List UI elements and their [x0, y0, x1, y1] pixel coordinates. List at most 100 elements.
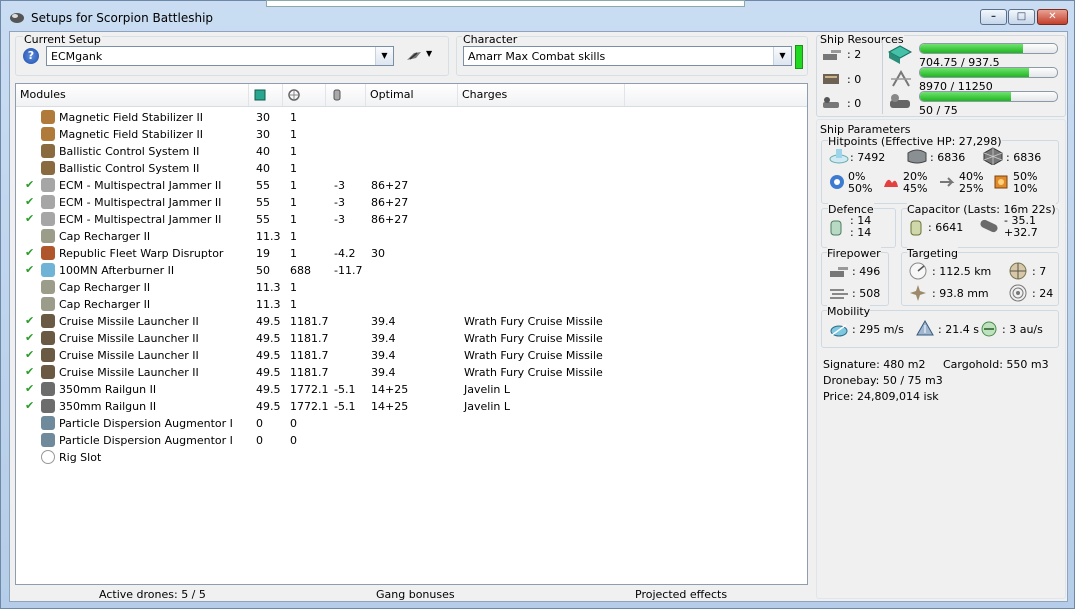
column-header-capacitor[interactable] [326, 84, 366, 106]
module-active-check-icon[interactable]: ✔ [25, 331, 34, 344]
character-select[interactable]: Amarr Max Combat skills ▼ [463, 46, 792, 66]
table-row[interactable]: Ballistic Control System II 40 1 [16, 160, 807, 177]
table-row[interactable]: ✔ 350mm Railgun II 49.5 1772.1 -5.1 14+25 Jave… [16, 398, 807, 415]
table-row[interactable]: Cap Recharger II 11.3 1 [16, 296, 807, 313]
table-row[interactable]: ✔ Cruise Missile Launcher II 49.5 1181.7 39.… [16, 364, 807, 381]
table-row[interactable]: ✔ ECM - Multispectral Jammer II 55 1 -3 86+27 [16, 194, 807, 211]
max-targets-icon [1009, 262, 1027, 280]
turret-hardpoint-icon [823, 50, 841, 60]
magnetic-stabilizer-icon [41, 110, 55, 124]
table-row[interactable]: ✔ Cruise Missile Launcher II 49.5 1181.7 39.… [16, 313, 807, 330]
table-row[interactable]: Particle Dispersion Augmentor I 0 0 [16, 415, 807, 432]
table-row[interactable]: ✔ 350mm Railgun II 49.5 1772.1 -5.1 14+25 Jave… [16, 381, 807, 398]
column-header-cpu[interactable] [249, 84, 283, 106]
module-cpu: 49.5 [256, 383, 281, 396]
module-active-check-icon[interactable]: ✔ [25, 195, 34, 208]
module-active-check-icon[interactable]: ✔ [25, 365, 34, 378]
module-optimal: 39.4 [371, 349, 396, 362]
cap-recharger-icon [41, 280, 55, 294]
module-cpu: 11.3 [256, 298, 281, 311]
table-row[interactable]: ✔ Republic Fleet Warp Disruptor 19 1 -4.2 30 [16, 245, 807, 262]
power-grid-icon [891, 69, 911, 87]
module-active-check-icon[interactable]: ✔ [25, 246, 34, 259]
module-pg: 1181.7 [290, 366, 329, 379]
maximize-button[interactable]: □ [1008, 9, 1035, 25]
module-active-check-icon[interactable]: ✔ [25, 382, 34, 395]
max-velocity-icon [830, 324, 848, 337]
minimize-button[interactable]: – [980, 9, 1007, 25]
column-header-power[interactable] [283, 84, 326, 106]
align-time: : 21.4 s [938, 323, 979, 336]
setups-window: Setups for Scorpion Battleship – □ ✕ Cur… [0, 0, 1075, 609]
title-bar[interactable]: Setups for Scorpion Battleship – □ ✕ [1, 1, 1074, 31]
cpu-bar [919, 43, 1058, 54]
capacitor-icon [910, 220, 922, 236]
modules-grid[interactable]: Modules Optimal Charges Magnetic Field S… [15, 83, 808, 585]
table-row[interactable]: ✔ 100MN Afterburner II 50 688 -11.7 [16, 262, 807, 279]
module-cap: -5.1 [334, 400, 356, 413]
module-name: Cruise Missile Launcher II [59, 315, 199, 328]
current-setup-label: Current Setup [23, 33, 102, 46]
warp-disruptor-icon [41, 246, 55, 260]
table-row[interactable]: ✔ ECM - Multispectral Jammer II 55 1 -3 86+27 [16, 211, 807, 228]
module-active-check-icon[interactable]: ✔ [25, 263, 34, 276]
module-optimal: 86+27 [371, 196, 409, 209]
module-active-check-icon[interactable]: ✔ [25, 314, 34, 327]
column-header-modules[interactable]: Modules [16, 84, 249, 106]
module-active-check-icon[interactable]: ✔ [25, 399, 34, 412]
ballistic-control-icon [41, 144, 55, 158]
module-cap: -3 [334, 179, 345, 192]
resources-divider [882, 40, 883, 114]
module-active-check-icon[interactable]: ✔ [25, 178, 34, 191]
chevron-down-icon: ▼ [773, 47, 791, 65]
column-header-charges[interactable]: Charges [458, 84, 625, 106]
module-cpu: 30 [256, 111, 270, 124]
module-cpu: 50 [256, 264, 270, 277]
setup-select[interactable]: ECMgank ▼ [46, 46, 394, 66]
table-row[interactable]: Ballistic Control System II 40 1 [16, 143, 807, 160]
module-name: Cap Recharger II [59, 230, 151, 243]
table-row[interactable]: Magnetic Field Stabilizer II 30 1 [16, 126, 807, 143]
module-name: ECM - Multispectral Jammer II [59, 179, 222, 192]
projected-effects-status[interactable]: Projected effects [635, 588, 727, 601]
sensor-strength: : 24 [1032, 287, 1054, 300]
active-drones-status[interactable]: Active drones: 5 / 5 [99, 588, 206, 601]
chevron-down-icon: ▼ [375, 47, 393, 65]
close-button[interactable]: ✕ [1037, 9, 1068, 25]
table-row[interactable]: ✔ Cruise Missile Launcher II 49.5 1181.7 39.… [16, 347, 807, 364]
volley-icon [830, 289, 848, 299]
targeting-range: : 112.5 km [932, 265, 992, 278]
table-row[interactable]: ✔ ECM - Multispectral Jammer II 55 1 -3 86+27 [16, 177, 807, 194]
table-row[interactable]: Magnetic Field Stabilizer II 30 1 [16, 109, 807, 126]
module-pg: 1 [290, 196, 297, 209]
module-pg: 1 [290, 213, 297, 226]
table-row[interactable]: Cap Recharger II 11.3 1 [16, 279, 807, 296]
module-active-check-icon[interactable]: ✔ [25, 212, 34, 225]
module-charges: Wrath Fury Cruise Missile [464, 332, 603, 345]
em-resist-icon [830, 175, 844, 189]
gang-bonuses-status[interactable]: Gang bonuses [376, 588, 455, 601]
firepower-group: Firepower : 496 : 508 [821, 247, 889, 306]
module-cpu: 40 [256, 145, 270, 158]
warp-speed: : 3 au/s [1002, 323, 1043, 336]
module-active-check-icon[interactable]: ✔ [25, 348, 34, 361]
cap-recharger-icon [41, 297, 55, 311]
table-row[interactable]: Rig Slot [16, 449, 807, 466]
module-name: 350mm Railgun II [59, 400, 157, 413]
table-row[interactable]: Cap Recharger II 11.3 1 [16, 228, 807, 245]
column-header-optimal[interactable]: Optimal [366, 84, 458, 106]
cpu-icon [887, 45, 913, 64]
table-row[interactable]: Particle Dispersion Augmentor I 0 0 [16, 432, 807, 449]
module-cpu: 11.3 [256, 230, 281, 243]
firepower-value-2: : 508 [852, 287, 881, 300]
module-cpu: 0 [256, 434, 263, 447]
setup-options-button[interactable]: ▼ [406, 47, 436, 65]
module-cap: -5.1 [334, 383, 356, 396]
table-row[interactable]: ✔ Cruise Missile Launcher II 49.5 1181.7 39.… [16, 330, 807, 347]
module-cpu: 19 [256, 247, 270, 260]
capacitor-recharge-icon [980, 219, 998, 233]
module-cap: -4.2 [334, 247, 356, 260]
module-name: Cruise Missile Launcher II [59, 366, 199, 379]
module-cpu: 11.3 [256, 281, 281, 294]
help-icon[interactable]: ? [23, 48, 39, 64]
